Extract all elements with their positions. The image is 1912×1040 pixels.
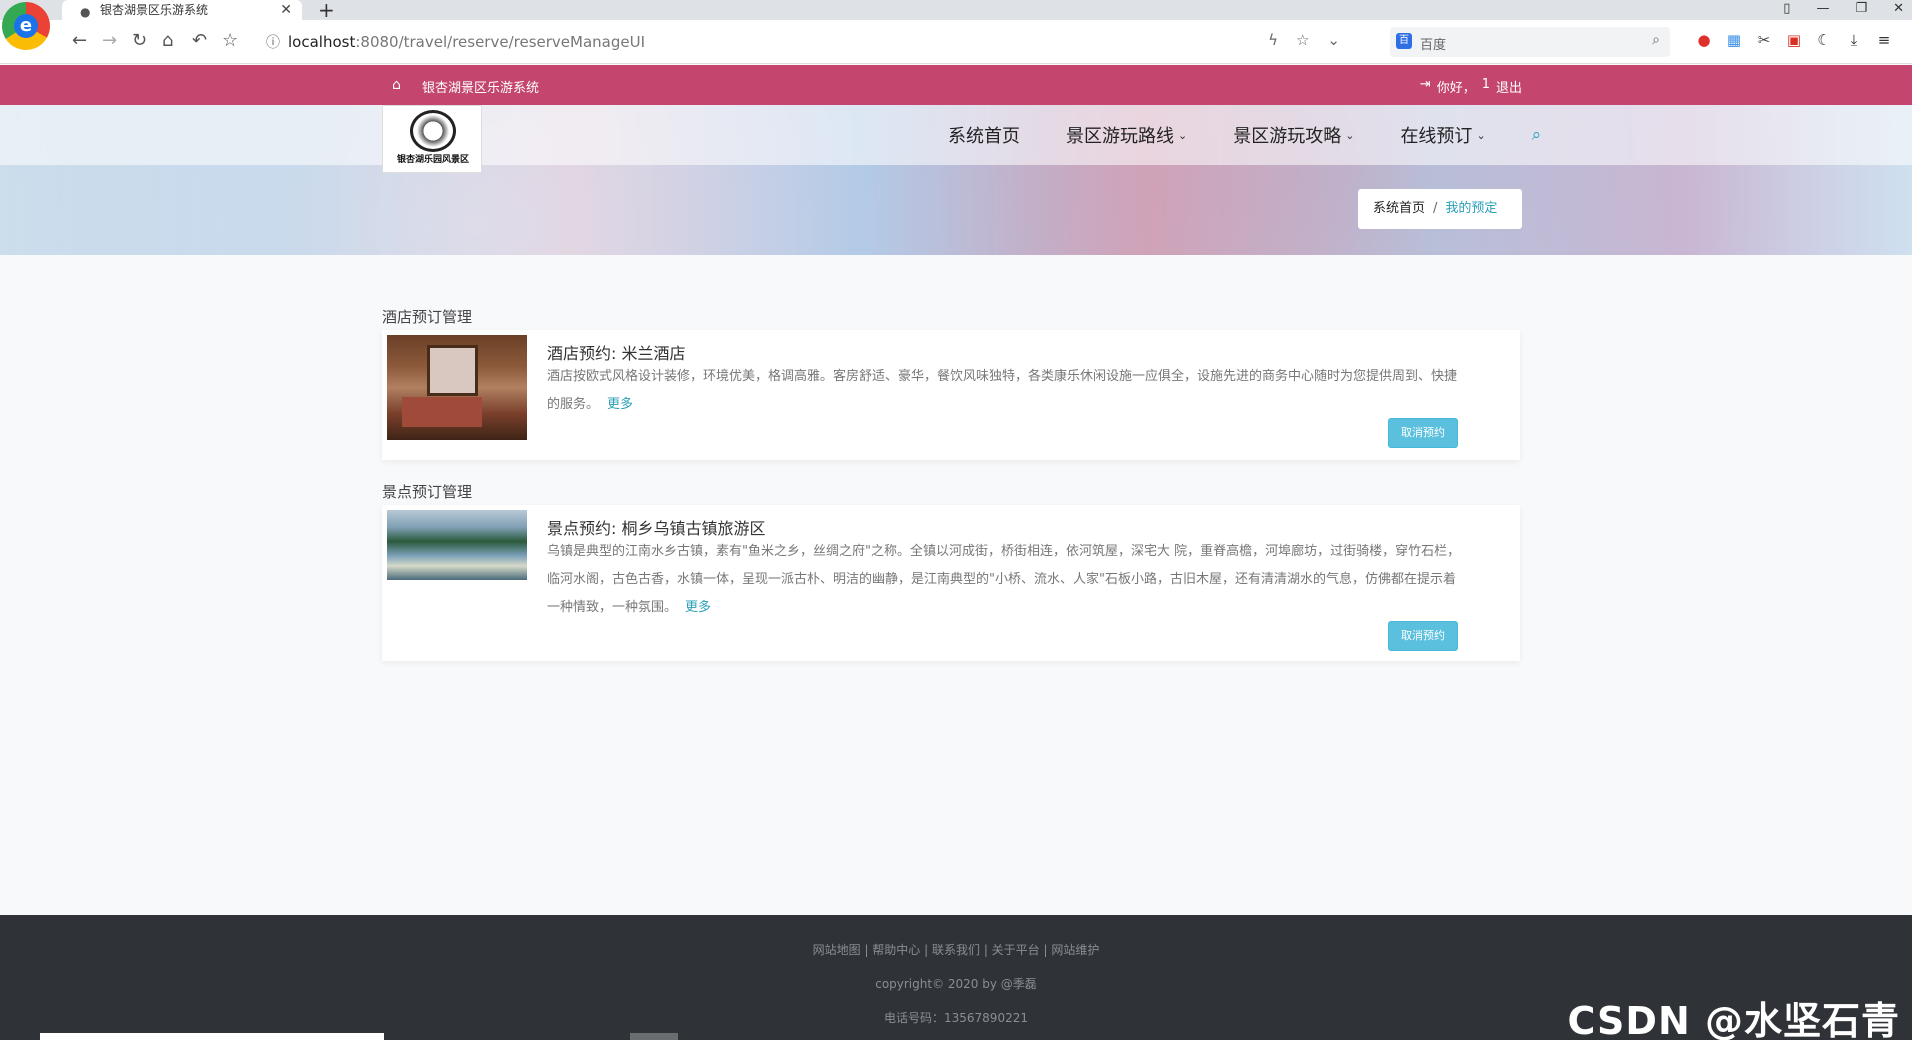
download-icon[interactable]: ⤓ xyxy=(1846,32,1862,48)
cancel-hotel-button[interactable]: 取消预约 xyxy=(1388,418,1458,448)
csdn-watermark: CSDN @水坚石青 xyxy=(1567,999,1900,1040)
menu-guides[interactable]: 景区游玩攻略 ⌄ xyxy=(1233,122,1354,148)
breadcrumb-current: 我的预定 xyxy=(1445,201,1498,216)
baidu-icon: 百 xyxy=(1396,33,1412,49)
browser-search-box[interactable]: 百 百度 ⌕ xyxy=(1390,27,1670,57)
night-mode-icon[interactable]: ☾ xyxy=(1816,32,1832,48)
home-icon[interactable]: ⌂ xyxy=(162,30,173,51)
scenic-card-description: 乌镇是典型的江南水乡古镇，素有"鱼米之乡，丝绸之府"之称。全镇以河成街，桥街相连… xyxy=(547,538,1467,622)
address-bar: ← → ↻ ⌂ ↶ ☆ ⓘ localhost:8080/travel/rese… xyxy=(0,20,1912,64)
breadcrumb: 系统首页 / 我的预定 xyxy=(1358,189,1522,229)
footer-link-sitemap[interactable]: 网站地图 xyxy=(813,943,861,957)
scenic-thumbnail[interactable] xyxy=(387,510,527,580)
logout-link[interactable]: 退出 xyxy=(1496,77,1522,96)
forward-icon[interactable]: → xyxy=(102,30,117,51)
scenic-card-title[interactable]: 景点预约: 桐乡乌镇古镇旅游区 xyxy=(547,515,765,539)
breadcrumb-separator: / xyxy=(1433,201,1438,216)
browser-tab[interactable]: ● 银杏湖景区乐游系统 ✕ xyxy=(62,0,302,20)
menu-home[interactable]: 系统首页 xyxy=(948,122,1020,148)
hotel-thumbnail[interactable] xyxy=(387,335,527,440)
footer-link-about[interactable]: 关于平台 xyxy=(992,943,1040,957)
bookmark-star-icon[interactable]: ☆ xyxy=(222,30,238,51)
tab-close-icon[interactable]: ✕ xyxy=(280,0,292,20)
chevron-down-icon: ⌄ xyxy=(1178,128,1188,142)
search-placeholder: 百度 xyxy=(1420,38,1447,53)
lightning-icon[interactable]: ϟ xyxy=(1268,31,1278,49)
logo-seal-icon xyxy=(410,110,456,152)
footer-links: 网站地图 | 帮助中心 | 联系我们 | 关于平台 | 网站维护 xyxy=(812,943,1100,957)
hotel-section-title: 酒店预订管理 xyxy=(382,308,473,326)
extension-icons: ● ▦ ✂ ▣ ☾ ⤓ ≡ xyxy=(1696,32,1892,48)
menu-routes[interactable]: 景区游玩路线 ⌄ xyxy=(1066,122,1187,148)
favorite-star-icon[interactable]: ☆ xyxy=(1296,31,1309,49)
browser-logo-icon[interactable]: e xyxy=(2,2,50,50)
browser-tab-title: 银杏湖景区乐游系统 xyxy=(100,3,209,17)
window-controls: ▯ — ❐ ✕ xyxy=(1783,0,1904,20)
chevron-down-icon: ⌄ xyxy=(1476,128,1486,142)
logo-text: 银杏湖乐园风景区 xyxy=(396,155,469,165)
hotel-desc-text: 酒店按欧式风格设计装修，环境优美，格调高雅。客房舒适、豪华，餐饮风味独特，各类康… xyxy=(547,369,1458,412)
scenic-desc-text: 乌镇是典型的江南水乡古镇，素有"鱼米之乡，丝绸之府"之称。全镇以河成街，桥街相连… xyxy=(547,544,1461,615)
scenic-reservation-card: 景点预约: 桐乡乌镇古镇旅游区 乌镇是典型的江南水乡古镇，素有"鱼米之乡，丝绸之… xyxy=(382,505,1520,661)
menu-guides-label: 景区游玩攻略 xyxy=(1233,126,1342,147)
horizontal-scrollbar-track[interactable] xyxy=(40,1033,384,1040)
cancel-scenic-button[interactable]: 取消预约 xyxy=(1388,621,1458,651)
pdf-icon[interactable]: ▣ xyxy=(1786,32,1802,48)
menu-routes-label: 景区游玩路线 xyxy=(1066,126,1174,147)
page-favicon-icon: ● xyxy=(80,5,91,19)
new-tab-icon[interactable]: + xyxy=(318,0,335,22)
url-host: localhost xyxy=(288,33,356,51)
horizontal-scrollbar-thumb[interactable] xyxy=(630,1033,678,1040)
scenic-section-title: 景点预订管理 xyxy=(382,483,473,501)
scenic-more-link[interactable]: 更多 xyxy=(685,600,711,615)
greeting-text: 你好， xyxy=(1436,81,1476,96)
url-dropdown-icon[interactable]: ⌄ xyxy=(1327,31,1340,49)
site-info-icon[interactable]: ⓘ xyxy=(266,32,280,52)
search-icon[interactable]: ⌕ xyxy=(1532,125,1542,145)
menu-booking[interactable]: 在线预订 ⌄ xyxy=(1400,122,1485,148)
undo-close-icon[interactable]: ↶ xyxy=(192,30,207,51)
site-top-bar: ⌂ 银杏湖景区乐游系统 ⇥ 你好， 1 退出 xyxy=(0,65,1912,105)
search-icon[interactable]: ⌕ xyxy=(1652,32,1660,48)
footer-link-contact[interactable]: 联系我们 xyxy=(932,943,980,957)
footer-link-help[interactable]: 帮助中心 xyxy=(872,943,920,957)
apps-grid-icon[interactable]: ▦ xyxy=(1726,32,1742,48)
window-pin-icon[interactable]: ▯ xyxy=(1783,0,1790,20)
window-minimize-icon[interactable]: — xyxy=(1816,0,1829,20)
hotel-card-title[interactable]: 酒店预约: 米兰酒店 xyxy=(547,340,685,364)
menu-icon[interactable]: ≡ xyxy=(1876,32,1892,48)
back-icon[interactable]: ← xyxy=(72,30,87,51)
main-menu: 系统首页 景区游玩路线 ⌄ 景区游玩攻略 ⌄ 在线预订 ⌄ ⌕ xyxy=(948,105,1541,165)
window-close-icon[interactable]: ✕ xyxy=(1893,0,1904,20)
window-restore-icon[interactable]: ❐ xyxy=(1855,0,1867,20)
menu-booking-label: 在线预订 xyxy=(1400,126,1473,147)
login-icon: ⇥ xyxy=(1419,77,1431,92)
browser-tab-strip: ● 银杏湖景区乐游系统 ✕ + ▯ — ❐ ✕ xyxy=(0,0,1912,22)
reload-icon[interactable]: ↻ xyxy=(132,30,147,51)
chevron-down-icon: ⌄ xyxy=(1345,128,1355,142)
url-field[interactable]: ⓘ localhost:8080/travel/reserve/reserveM… xyxy=(260,27,1370,57)
site-logo[interactable]: 银杏湖乐园风景区 xyxy=(382,105,482,173)
site-name[interactable]: 银杏湖景区乐游系统 xyxy=(422,77,539,96)
user-greeting: ⇥ 你好， 1 退出 xyxy=(1420,77,1522,96)
game-extension-icon[interactable]: ● xyxy=(1696,32,1712,48)
menu-home-label: 系统首页 xyxy=(948,126,1020,147)
hotel-card-description: 酒店按欧式风格设计装修，环境优美，格调高雅。客房舒适、豪华，餐饮风味独特，各类康… xyxy=(547,363,1467,419)
url-path: :8080/travel/reserve/reserveManageUI xyxy=(355,33,645,51)
breadcrumb-home[interactable]: 系统首页 xyxy=(1373,189,1425,229)
hotel-more-link[interactable]: 更多 xyxy=(607,397,633,412)
scissors-icon[interactable]: ✂ xyxy=(1756,32,1772,48)
hotel-reservation-card: 酒店预约: 米兰酒店 酒店按欧式风格设计装修，环境优美，格调高雅。客房舒适、豪华… xyxy=(382,330,1520,460)
username: 1 xyxy=(1481,77,1490,92)
footer-link-maintenance[interactable]: 网站维护 xyxy=(1051,943,1099,957)
home-icon[interactable]: ⌂ xyxy=(392,77,401,93)
